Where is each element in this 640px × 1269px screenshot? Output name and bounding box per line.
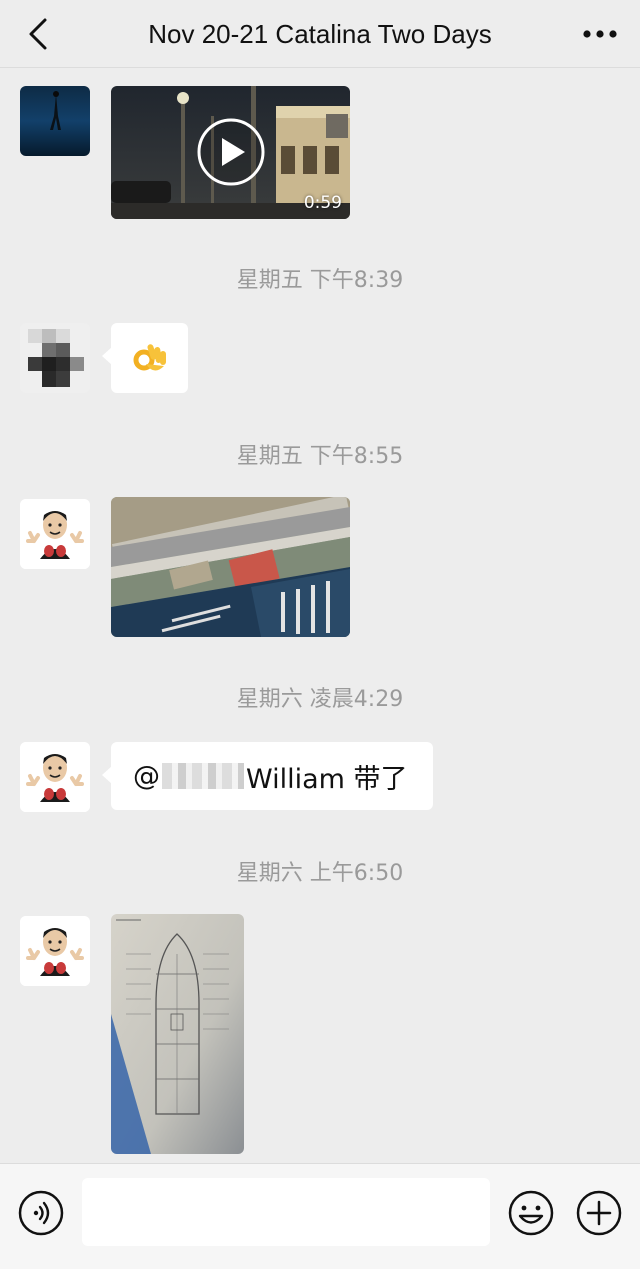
mention-prefix: @ — [133, 760, 160, 792]
emoji-message-bubble[interactable] — [102, 323, 188, 393]
floor-plan-image-message[interactable] — [111, 914, 244, 1154]
cartoon-avatar-icon — [20, 916, 90, 986]
chevron-left-icon — [29, 18, 47, 50]
more-dots-icon — [583, 30, 617, 38]
emoji-button[interactable] — [507, 1189, 555, 1237]
map-image-message[interactable] — [111, 497, 350, 637]
avatar[interactable] — [20, 742, 90, 812]
plus-button[interactable] — [575, 1189, 623, 1237]
cartoon-avatar-icon — [20, 742, 90, 812]
timestamp: 星期六 凌晨4:29 — [236, 687, 404, 712]
chat-title: Nov 20-21 Catalina Two Days — [148, 18, 492, 49]
blurred-name — [162, 763, 244, 789]
message-text: William 带了 — [246, 763, 408, 795]
top-nav-bar: Nov 20-21 Catalina Two Days — [0, 0, 640, 68]
voice-icon — [18, 1190, 64, 1236]
timestamp: 星期五 下午8:55 — [236, 444, 404, 469]
avatar[interactable] — [20, 499, 90, 569]
emoji-icon — [508, 1190, 554, 1236]
back-button[interactable] — [18, 14, 58, 54]
message-input[interactable] — [82, 1178, 490, 1246]
cartoon-avatar-icon — [20, 499, 90, 569]
timestamp: 星期五 下午8:39 — [236, 268, 404, 293]
voice-button[interactable] — [17, 1189, 65, 1237]
more-button[interactable] — [578, 14, 622, 54]
ok-hand-emoji-icon — [133, 344, 166, 371]
timestamp: 星期六 上午6:50 — [236, 861, 404, 886]
input-bar — [0, 1163, 640, 1269]
video-message[interactable]: 0:59 — [111, 86, 350, 219]
avatar[interactable] — [20, 323, 90, 393]
avatar[interactable] — [20, 916, 90, 986]
plus-icon — [576, 1190, 622, 1236]
avatar[interactable] — [20, 86, 90, 156]
video-duration: 0:59 — [303, 193, 342, 213]
text-message-bubble[interactable]: @ William 带了 — [102, 742, 433, 810]
